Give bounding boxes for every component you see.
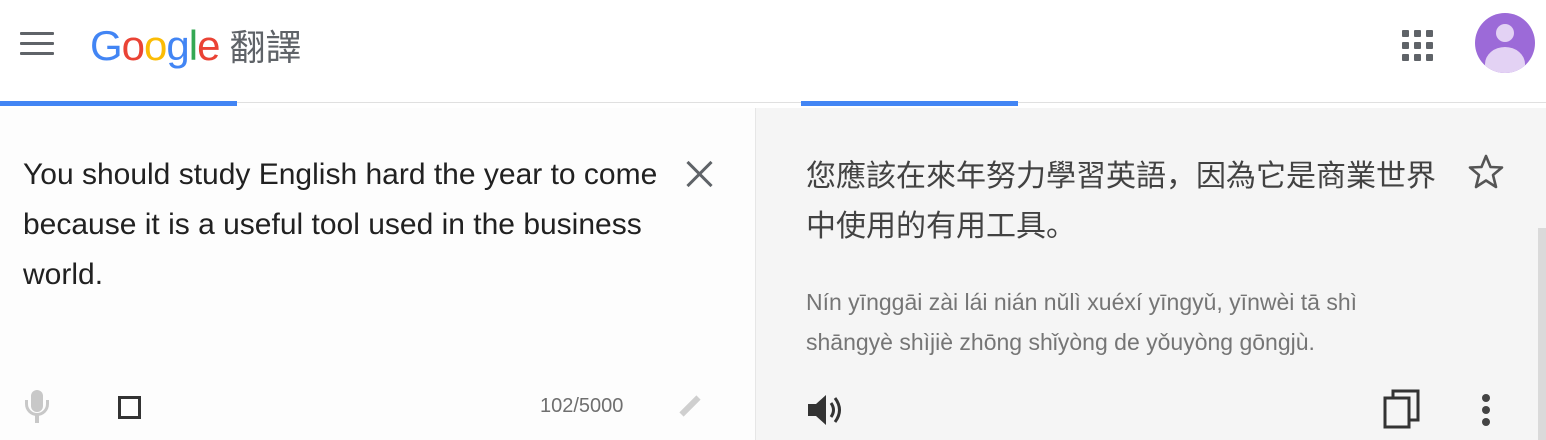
translation-output: 您應該在來年努力學習英語，因為它是商業世界中使用的有用工具。 (806, 159, 1436, 244)
pencil-icon[interactable] (674, 392, 706, 420)
scrollbar[interactable] (1538, 228, 1546, 440)
star-outline-icon[interactable] (1466, 152, 1506, 192)
more-vertical-icon[interactable] (1478, 390, 1494, 430)
top-bar: Google 翻譯 (0, 0, 1546, 102)
copy-icon[interactable] (1382, 388, 1422, 430)
source-text-input[interactable]: You should study English hard the year t… (23, 150, 663, 300)
app-brand[interactable]: Google 翻譯 (90, 18, 301, 74)
microphone-icon[interactable] (22, 388, 52, 428)
hamburger-menu-icon[interactable] (20, 30, 56, 58)
target-language-tab-indicator[interactable] (801, 101, 1018, 106)
apps-grid-icon[interactable] (1398, 26, 1438, 66)
close-icon[interactable] (683, 157, 717, 191)
google-logo: Google (90, 22, 220, 69)
product-name: 翻譯 (229, 28, 302, 69)
speaker-icon[interactable] (806, 390, 848, 430)
character-count: 102/5000 (540, 395, 624, 417)
keyboard-icon[interactable] (118, 396, 141, 419)
source-language-tab-indicator[interactable] (0, 101, 237, 106)
romanization-text: Nín yīnggāi zài lái nián nǔlì xuéxí yīng… (806, 289, 1358, 355)
account-avatar-icon[interactable] (1475, 13, 1535, 73)
